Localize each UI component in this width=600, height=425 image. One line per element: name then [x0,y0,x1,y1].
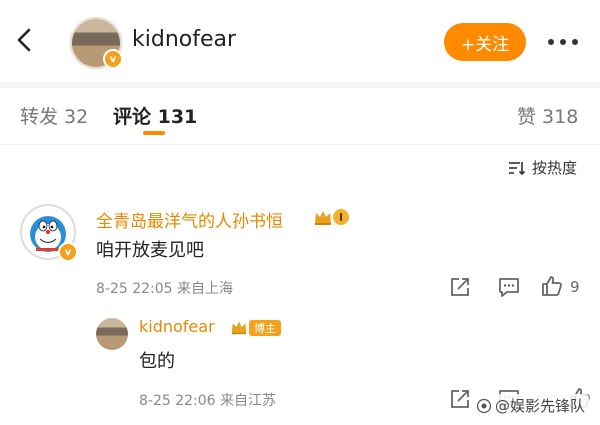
reply-author-name[interactable]: kidnofear [139,317,215,336]
like-count: 9 [570,278,580,296]
commenter-name[interactable]: 全青岛最洋气的人孙书恒 [96,207,283,232]
sort-by-hot-button[interactable]: 按热度 [508,157,577,178]
crown-icon [315,211,331,225]
back-arrow-icon[interactable] [10,25,40,55]
share-icon[interactable] [448,387,472,411]
header-separator [0,82,600,88]
follow-button[interactable]: +关注 [444,23,526,61]
reply-comment-icon[interactable] [497,275,521,299]
sort-icon [509,161,526,175]
reply-meta: 8-25 22:06 来自江苏 [139,393,277,409]
header-username[interactable]: kidnofear [132,27,236,52]
tab-likes[interactable]: 赞 318 [517,102,578,129]
tabs-divider [0,144,600,145]
reply-author-avatar[interactable] [96,318,128,350]
watermark: @娱影先锋队 [472,394,590,417]
verified-v-icon: v [103,49,123,69]
share-icon[interactable] [448,275,472,299]
verified-v-icon: v [58,242,78,262]
reply-text: 包的 [139,351,175,372]
watermark-logo-icon [476,398,492,413]
active-tab-indicator [143,131,165,135]
comment-meta: 8-25 22:05 来自上海 [96,281,234,297]
tab-comments[interactable]: 评论 131 [113,102,197,129]
crown-icon [231,321,247,335]
like-thumb-icon[interactable] [540,274,564,298]
more-options-icon[interactable] [548,39,578,45]
tab-reposts[interactable]: 转发 32 [20,102,88,129]
author-badge: 博主 [249,320,281,336]
comment-text: 咱开放麦见吧 [96,240,204,261]
fan-level-badge: I [333,209,350,225]
watermark-text: @娱影先锋队 [495,397,586,415]
sort-label: 按热度 [532,159,578,177]
